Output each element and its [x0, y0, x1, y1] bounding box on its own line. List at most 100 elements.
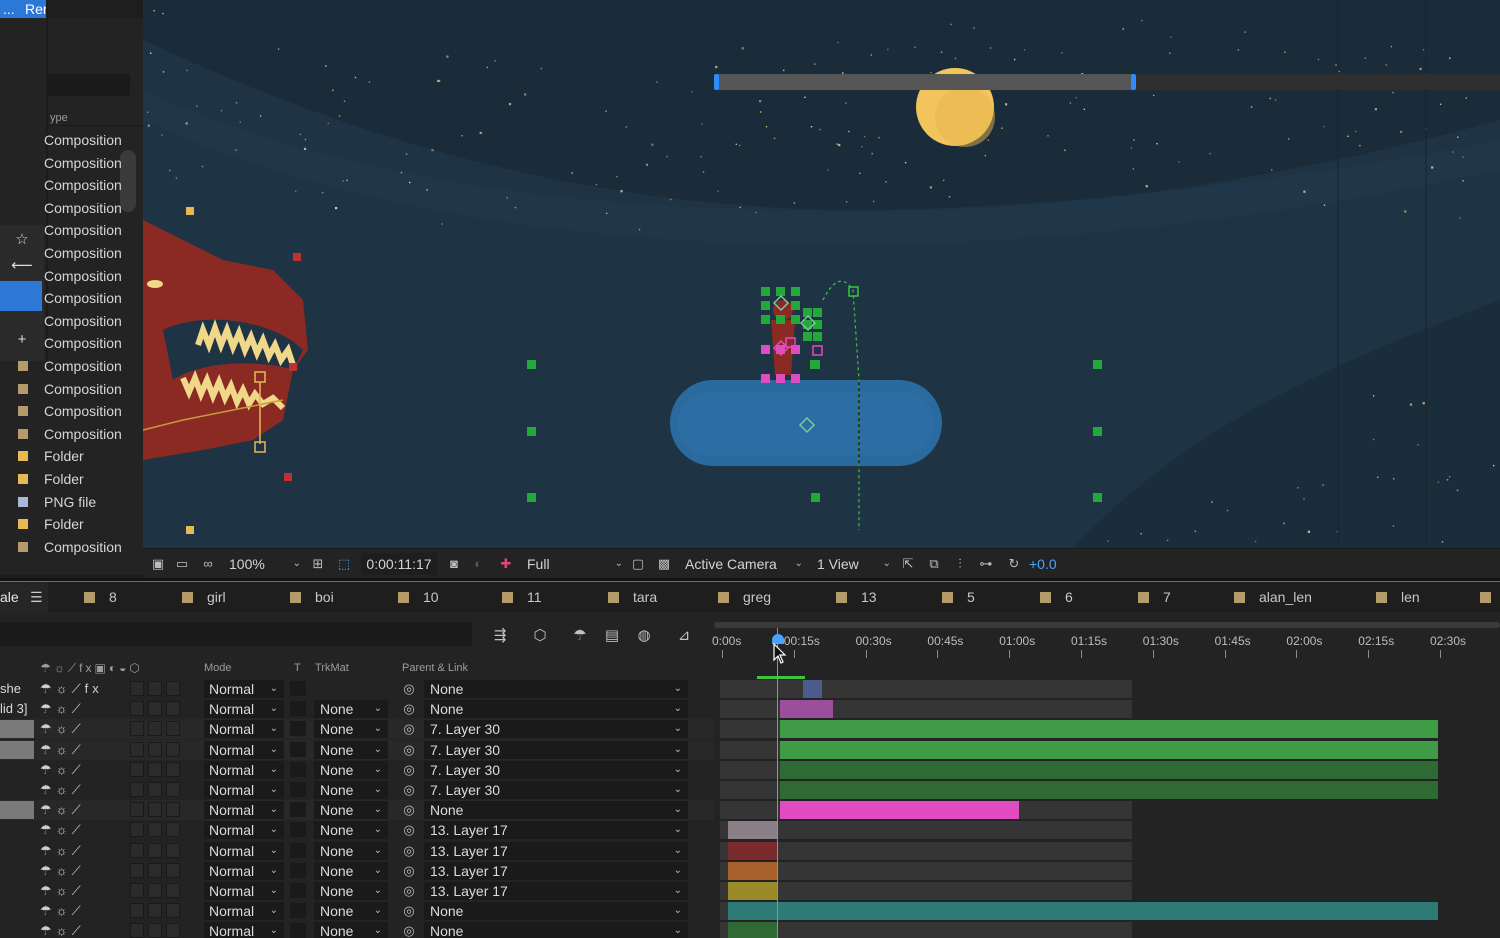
switch-box[interactable]	[166, 903, 180, 919]
layer-switches[interactable]: ☂☼⟋	[40, 760, 85, 780]
track-matte-dropdown[interactable]: None ⌄	[314, 882, 388, 900]
switch-box[interactable]	[130, 701, 144, 717]
preserve-transparency-toggle[interactable]	[290, 883, 306, 898]
frame-blending-icon[interactable]: ▤	[602, 626, 622, 646]
col-trkmat-label[interactable]: TrkMat	[315, 658, 349, 678]
blend-mode-dropdown[interactable]: Normal ⌄	[204, 700, 284, 719]
track-matte-dropdown[interactable]: None ⌄	[314, 902, 388, 921]
blend-mode-dropdown[interactable]: Normal ⌄	[204, 821, 284, 840]
layer-track[interactable]	[714, 740, 1500, 760]
layer-row[interactable]: ☂☼⟋ Normal ⌄ None ⌄ ◎ 7. Layer 30 ⌄	[0, 780, 714, 800]
comp-tab[interactable]: 10	[398, 582, 439, 612]
region-of-interest-icon[interactable]: ▢	[629, 555, 647, 573]
reset-exposure-icon[interactable]: ↻	[1005, 555, 1023, 573]
render-queue-tab[interactable]: Rer	[22, 0, 48, 18]
blend-mode-dropdown[interactable]: Normal ⌄	[204, 720, 284, 739]
resolution-dropdown[interactable]: Full ⌄	[527, 553, 623, 575]
layer-track[interactable]	[714, 820, 1500, 840]
show-snapshot-icon[interactable]: ◐	[469, 555, 487, 573]
blend-mode-dropdown[interactable]: Normal ⌄	[204, 902, 284, 921]
switch-box[interactable]	[148, 842, 162, 858]
layer-duration-bar[interactable]	[727, 882, 777, 900]
label-color-swatch[interactable]	[18, 428, 28, 439]
layer-duration-bar[interactable]	[727, 902, 1439, 921]
label-color-swatch[interactable]	[18, 474, 28, 484]
project-item[interactable]: Composition	[14, 197, 124, 219]
layer-name[interactable]: lid 3]	[0, 699, 27, 719]
preserve-transparency-toggle[interactable]	[290, 761, 306, 777]
layer-track[interactable]	[714, 780, 1500, 800]
parent-pickwhip-icon[interactable]: ◎	[400, 820, 418, 840]
layer-switches[interactable]: ☂☼⟋	[40, 780, 85, 800]
layer-track[interactable]	[714, 901, 1500, 921]
layer-duration-bar[interactable]	[780, 700, 834, 719]
track-matte-dropdown[interactable]: None ⌄	[314, 700, 388, 719]
layer-duration-bar[interactable]	[727, 922, 777, 938]
comp-tab-overflow[interactable]	[1480, 582, 1500, 612]
fast-preview-icon[interactable]: ⧉	[925, 555, 943, 573]
comp-tab[interactable]: 5	[942, 582, 975, 612]
blend-mode-dropdown[interactable]: Normal ⌄	[204, 801, 284, 820]
blend-mode-dropdown[interactable]: Normal ⌄	[204, 740, 284, 759]
label-color-swatch[interactable]	[18, 293, 28, 303]
layer-duration-bar[interactable]	[780, 720, 1439, 739]
switch-box[interactable]	[130, 721, 144, 737]
preserve-transparency-toggle[interactable]	[290, 721, 306, 737]
label-color-swatch[interactable]	[18, 158, 28, 168]
parent-dropdown[interactable]: 7. Layer 30 ⌄	[424, 781, 688, 799]
col-t-label[interactable]: T	[294, 658, 301, 678]
preserve-transparency-toggle[interactable]	[290, 862, 306, 878]
switch-box[interactable]	[148, 701, 162, 717]
time-ruler[interactable]: 0:00s 00:15s 00:30s 00:45s 01:00s 01:15s 01:30…	[712, 618, 1500, 674]
label-color-swatch[interactable]	[18, 135, 28, 145]
layer-track[interactable]	[714, 679, 1500, 699]
switch-box[interactable]	[148, 903, 162, 919]
blend-mode-dropdown[interactable]: Normal ⌄	[204, 760, 284, 779]
layer-switches[interactable]: ☂☼⟋	[40, 901, 85, 921]
switch-box[interactable]	[148, 681, 162, 696]
comp-tab[interactable]: girl	[182, 582, 226, 612]
parent-dropdown[interactable]: 7. Layer 30 ⌄	[424, 760, 688, 779]
layer-row[interactable]: ☂☼⟋ Normal ⌄ None ⌄ ◎ 13. Layer 17 ⌄	[0, 820, 714, 840]
layer-row[interactable]: lid 3] ☂☼⟋ Normal ⌄ None ⌄ ◎ None ⌄	[0, 699, 714, 719]
switch-box[interactable]	[148, 883, 162, 898]
parent-dropdown[interactable]: None ⌄	[424, 801, 688, 820]
switch-box[interactable]	[148, 761, 162, 777]
layer-switches[interactable]: ☂☼⟋fx	[40, 679, 103, 699]
comp-mini-flowchart-icon[interactable]: ⇶	[490, 626, 510, 646]
preserve-transparency-toggle[interactable]	[290, 842, 306, 858]
playhead-line[interactable]	[777, 628, 778, 938]
project-item[interactable]: Composition	[14, 129, 124, 151]
parent-pickwhip-icon[interactable]: ◎	[400, 760, 418, 780]
layer-duration-bar[interactable]	[780, 760, 1439, 779]
switch-box[interactable]	[166, 741, 180, 757]
parent-pickwhip-icon[interactable]: ◎	[400, 841, 418, 861]
label-color-swatch[interactable]	[18, 203, 28, 213]
label-color-swatch[interactable]	[18, 180, 28, 190]
parent-dropdown[interactable]: 13. Layer 17 ⌄	[424, 821, 688, 840]
layer-row[interactable]: ☂☼⟋ Normal ⌄ None ⌄ ◎ 13. Layer 17 ⌄	[0, 841, 714, 861]
current-time-display[interactable]: 0:00:11:17	[361, 553, 437, 575]
layer-row[interactable]: ☂☼⟋ Normal ⌄ None ⌄ ◎ None ⌄	[0, 901, 714, 921]
label-color-swatch[interactable]	[18, 271, 28, 281]
always-preview-icon[interactable]: ▣	[149, 555, 167, 573]
layer-row[interactable]: ☂☼⟋ Normal ⌄ None ⌄ ◎ None ⌄	[0, 921, 714, 938]
switch-box[interactable]	[148, 741, 162, 757]
label-color-swatch[interactable]	[18, 541, 28, 552]
switch-box[interactable]	[148, 802, 162, 818]
switch-box[interactable]	[130, 741, 144, 757]
parent-pickwhip-icon[interactable]: ◎	[400, 800, 418, 820]
layer-track[interactable]	[714, 800, 1500, 820]
comp-tab[interactable]: greg	[718, 582, 771, 612]
project-item[interactable]: Composition	[14, 400, 124, 422]
label-color-swatch[interactable]	[18, 383, 28, 394]
project-item[interactable]: Composition	[14, 265, 124, 287]
project-item[interactable]: Folder	[14, 513, 124, 535]
switch-box[interactable]	[166, 923, 180, 938]
transparency-grid-icon[interactable]: ▩	[655, 555, 673, 573]
label-color-swatch[interactable]	[18, 225, 28, 235]
parent-pickwhip-icon[interactable]: ◎	[400, 921, 418, 938]
timeline-search-input[interactable]	[0, 622, 472, 646]
switch-box[interactable]	[166, 802, 180, 818]
switch-box[interactable]	[130, 782, 144, 797]
